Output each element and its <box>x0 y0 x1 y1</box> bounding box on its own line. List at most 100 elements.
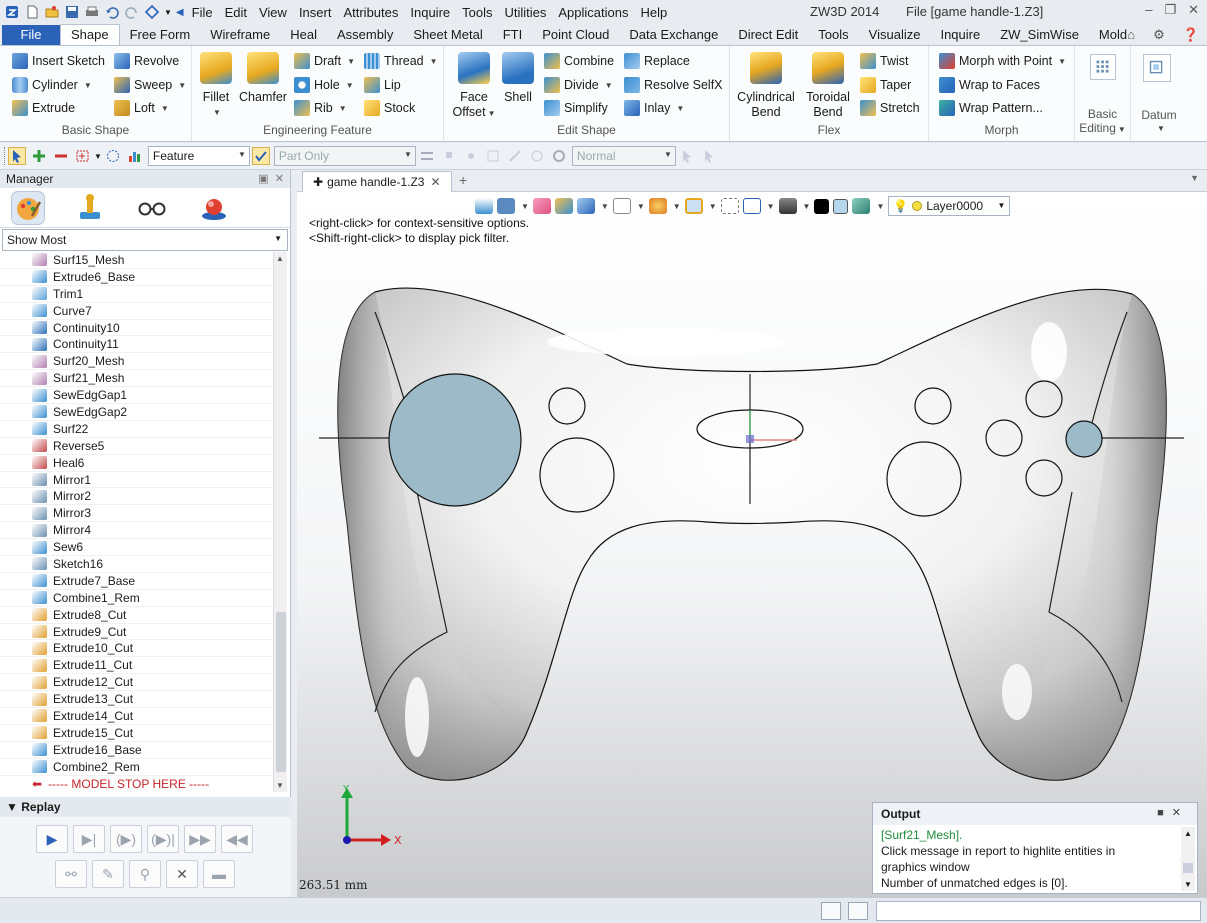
tab-fti[interactable]: FTI <box>493 25 533 45</box>
history-item[interactable]: Mirror2 <box>0 488 272 506</box>
thread-button[interactable]: Thread ▼ <box>364 53 438 69</box>
history-item[interactable]: Extrude11_Cut <box>0 657 272 675</box>
replay-window-icon[interactable]: ▬ <box>203 860 235 888</box>
output-scroll-thumb[interactable] <box>1183 863 1193 873</box>
mode-select[interactable]: Normal ▼ <box>571 146 676 166</box>
scroll-thumb[interactable] <box>276 612 286 772</box>
add-tab-icon[interactable]: + <box>459 172 467 188</box>
replay-delete-icon[interactable]: ✕ <box>166 860 198 888</box>
game-controller-model[interactable] <box>297 192 1207 897</box>
history-item[interactable]: Mirror1 <box>0 472 272 489</box>
tab-visualize[interactable]: Visualize <box>859 25 931 45</box>
datum-dropdown-icon[interactable]: ▼ <box>1133 124 1189 133</box>
scroll-down-icon[interactable]: ▼ <box>276 781 284 790</box>
collapse-ribbon-icon[interactable]: ⌂ <box>1127 27 1135 43</box>
replay-rewind-button[interactable]: ◀◀ <box>221 825 253 853</box>
revolve-button[interactable]: Revolve <box>114 53 179 69</box>
pin-icon[interactable] <box>441 148 457 164</box>
menu-help[interactable]: Help <box>641 3 668 22</box>
face-offset-button[interactable]: Face Offset ▼ <box>452 52 496 121</box>
tab-sheet-metal[interactable]: Sheet Metal <box>403 25 492 45</box>
close-tab-icon[interactable]: ✕ <box>430 175 440 189</box>
cursor-mode-icon[interactable] <box>679 148 695 164</box>
cursor-mode2-icon[interactable] <box>701 148 717 164</box>
menu-file[interactable]: File <box>192 3 213 22</box>
history-manager-icon[interactable] <box>11 190 45 225</box>
tab-free-form[interactable]: Free Form <box>120 25 201 45</box>
cylinder-button[interactable]: Cylinder ▼ <box>12 77 92 93</box>
history-item[interactable]: Extrude14_Cut <box>0 708 272 725</box>
output-scroll-up-icon[interactable]: ▲ <box>1184 829 1192 838</box>
snap-point-icon[interactable] <box>463 148 479 164</box>
view-manager-glasses-icon[interactable] <box>136 192 168 224</box>
snap-grid-icon[interactable] <box>485 148 501 164</box>
menu-insert[interactable]: Insert <box>299 3 332 22</box>
stock-button[interactable]: Stock <box>364 100 415 116</box>
output-scroll-down-icon[interactable]: ▼ <box>1184 880 1192 889</box>
tab-direct-edit[interactable]: Direct Edit <box>728 25 808 45</box>
resolve-selfx-button[interactable]: Resolve SelfX <box>624 77 723 93</box>
redo-icon[interactable] <box>124 4 140 20</box>
menu-utilities[interactable]: Utilities <box>504 3 546 22</box>
undo-icon[interactable] <box>104 4 120 20</box>
group-basic-editing[interactable]: Basic Editing ▼ <box>1075 46 1131 141</box>
settings-snap-icon[interactable] <box>551 148 567 164</box>
history-item[interactable]: Surf15_Mesh <box>0 252 272 269</box>
assembly-manager-icon[interactable] <box>74 192 106 224</box>
snap-edge-icon[interactable] <box>507 148 523 164</box>
draft-button[interactable]: Draft ▼ <box>294 53 355 69</box>
menu-applications[interactable]: Applications <box>558 3 628 22</box>
box-pick-dropdown-icon[interactable]: ▼ <box>94 152 102 161</box>
new-file-icon[interactable] <box>24 4 40 20</box>
rib-button[interactable]: Rib ▼ <box>294 100 347 116</box>
sweep-button[interactable]: Sweep ▼ <box>114 77 186 93</box>
replay-link-icon[interactable]: ⚯ <box>55 860 87 888</box>
select-tool-icon[interactable] <box>144 4 160 20</box>
open-folder-icon[interactable] <box>44 4 60 20</box>
show-filter-select[interactable]: Show Most ▼ <box>2 229 288 251</box>
qa-back-icon[interactable]: ◀ <box>176 7 184 18</box>
lasso-pick-icon[interactable] <box>105 148 121 164</box>
history-item[interactable]: Extrude12_Cut <box>0 674 272 692</box>
stretch-button[interactable]: Stretch <box>860 100 920 116</box>
scope-select[interactable]: Part Only ▼ <box>273 146 416 166</box>
replay-fast-forward-button[interactable]: ▶▶ <box>184 825 216 853</box>
tab-list-dropdown-icon[interactable]: ▼ <box>1190 173 1199 183</box>
hole-button[interactable]: Hole ▼ <box>294 77 354 93</box>
history-item[interactable]: Extrude10_Cut <box>0 640 272 658</box>
history-item[interactable]: Mirror3 <box>0 505 272 523</box>
menu-tools[interactable]: Tools <box>462 3 492 22</box>
replay-edit-pencil-icon[interactable]: ✎ <box>92 860 124 888</box>
menu-view[interactable]: View <box>259 3 287 22</box>
history-item[interactable]: Extrude8_Cut <box>0 607 272 624</box>
add-pick-icon[interactable] <box>31 148 47 164</box>
status-window-icon[interactable] <box>821 902 841 920</box>
replay-next-button[interactable]: (▶) <box>110 825 142 853</box>
filter-chart-icon[interactable] <box>127 148 143 164</box>
pick-filter-select[interactable]: Feature ▼ <box>147 146 250 166</box>
face-button-right[interactable] <box>1065 420 1103 458</box>
history-item[interactable]: Surf20_Mesh <box>0 353 272 371</box>
combine-button[interactable]: Combine <box>544 53 614 69</box>
restore-icon[interactable]: ❐ <box>1164 2 1176 18</box>
tab-wireframe[interactable]: Wireframe <box>200 25 280 45</box>
align-icon[interactable] <box>419 148 435 164</box>
extrude-button[interactable]: Extrude <box>12 100 75 116</box>
wrap-pattern-button[interactable]: Wrap Pattern... <box>939 100 1043 116</box>
history-item[interactable]: Combine1_Rem <box>0 590 272 607</box>
history-item[interactable]: Continuity11 <box>0 336 272 354</box>
history-item[interactable]: Extrude13_Cut <box>0 691 272 709</box>
history-item[interactable]: Extrude7_Base <box>0 573 272 590</box>
remove-pick-icon[interactable] <box>53 148 69 164</box>
menu-inquire[interactable]: Inquire <box>410 3 450 22</box>
output-scrollbar[interactable]: ▲ ▼ <box>1181 827 1195 891</box>
history-item[interactable]: Extrude9_Cut <box>0 624 272 641</box>
shell-button[interactable]: Shell <box>500 52 536 105</box>
history-scrollbar[interactable]: ▲ ▼ <box>273 252 287 792</box>
cylindrical-bend-button[interactable]: Cylindrical Bend <box>736 52 796 120</box>
wrap-to-faces-button[interactable]: Wrap to Faces <box>939 77 1040 93</box>
group-datum[interactable]: Datum ▼ <box>1131 46 1187 141</box>
history-item[interactable]: Reverse5 <box>0 438 272 455</box>
document-tab[interactable]: ✚ game handle-1.Z3 ✕ <box>302 171 452 192</box>
twist-button[interactable]: Twist <box>860 53 908 69</box>
